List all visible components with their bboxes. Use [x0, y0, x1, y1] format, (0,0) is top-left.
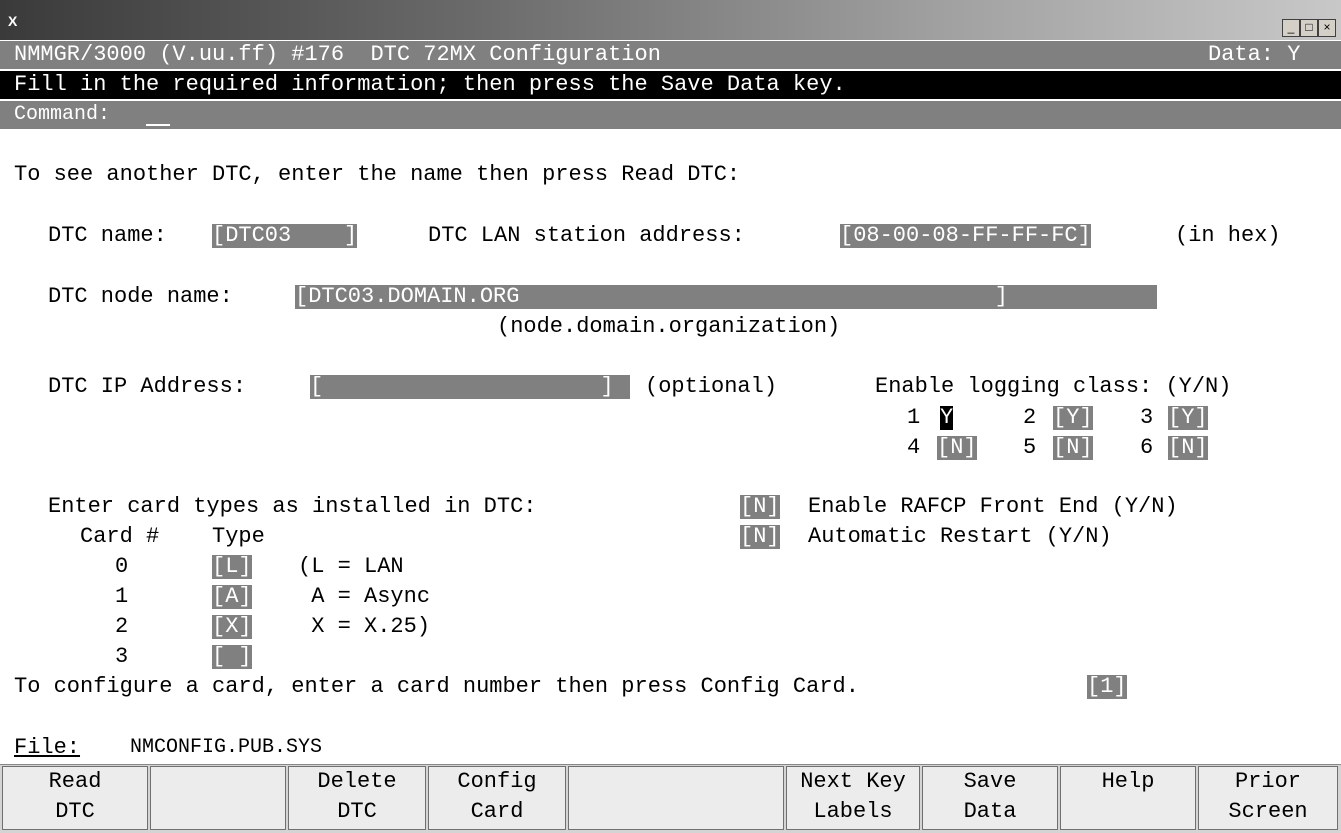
card-number-1: 1	[115, 584, 129, 609]
auto-restart-label: Automatic Restart (Y/N)	[808, 524, 1112, 549]
card-types-intro: Enter card types as installed in DTC:	[48, 494, 537, 519]
delete-dtc-key[interactable]: Delete DTC	[288, 766, 426, 830]
prior-screen-key[interactable]: Prior Screen	[1198, 766, 1338, 830]
card-type-field-2[interactable]: [X]	[212, 615, 252, 639]
command-bar[interactable]	[0, 101, 1341, 129]
logging-class-label: Enable logging class: (Y/N)	[875, 374, 1232, 399]
logging-num-6: 6	[1140, 435, 1154, 460]
instruction-text: Fill in the required information; then p…	[14, 72, 846, 97]
read-dtc-key[interactable]: Read DTC	[2, 766, 148, 830]
card-legend-2: X = X.25)	[298, 614, 431, 639]
node-name-hint: (node.domain.organization)	[497, 314, 841, 339]
logging-num-5: 5	[1023, 435, 1037, 460]
rafcp-field[interactable]: [N]	[740, 495, 780, 519]
config-card-field[interactable]: [1]	[1087, 675, 1127, 699]
card-number-2: 2	[115, 614, 129, 639]
intro-text: To see another DTC, enter the name then …	[14, 162, 741, 187]
card-type-header: Type	[212, 524, 265, 549]
logging-field-2[interactable]: [Y]	[1053, 406, 1093, 430]
rafcp-label: Enable RAFCP Front End (Y/N)	[808, 494, 1178, 519]
logging-field-5[interactable]: [N]	[1053, 436, 1093, 460]
dtc-name-label: DTC name:	[48, 223, 167, 248]
logging-num-1: 1	[907, 405, 921, 430]
card-legend-1: A = Async	[298, 584, 431, 609]
data-flag: Data: Y	[1208, 42, 1301, 67]
logging-num-2: 2	[1023, 405, 1037, 430]
save-data-key[interactable]: Save Data	[922, 766, 1058, 830]
function-key-5[interactable]	[568, 766, 784, 830]
window-title-bar	[0, 0, 1341, 40]
config-card-prompt: To configure a card, enter a card number…	[14, 674, 859, 699]
card-legend-0: (L = LAN	[298, 554, 404, 579]
card-type-field-3[interactable]: [ ]	[212, 645, 252, 669]
help-key[interactable]: Help	[1060, 766, 1196, 830]
logging-field-6[interactable]: [N]	[1168, 436, 1208, 460]
logging-field-4[interactable]: [N]	[937, 436, 977, 460]
x-window-icon: X	[8, 13, 18, 29]
logging-field-3[interactable]: [Y]	[1168, 406, 1208, 430]
ip-address-suffix: (optional)	[645, 374, 778, 399]
config-card-key[interactable]: Config Card	[428, 766, 566, 830]
lan-address-label: DTC LAN station address:	[428, 223, 745, 248]
screen-title: NMMGR/3000 (V.uu.ff) #176 DTC 72MX Confi…	[14, 42, 661, 67]
next-key-labels-key[interactable]: Next Key Labels	[786, 766, 920, 830]
logging-num-4: 4	[907, 435, 921, 460]
ip-address-label: DTC IP Address:	[48, 374, 247, 399]
card-number-header: Card #	[80, 524, 160, 549]
node-name-label: DTC node name:	[48, 284, 233, 309]
command-label: Command:	[14, 103, 111, 126]
lan-address-suffix: (in hex)	[1175, 223, 1281, 248]
minimize-icon[interactable]: _	[1282, 19, 1300, 37]
logging-num-3: 3	[1140, 405, 1154, 430]
maximize-icon[interactable]: □	[1300, 19, 1318, 37]
file-value: NMCONFIG.PUB.SYS	[130, 736, 323, 759]
file-label: File:	[14, 735, 81, 760]
function-key-2[interactable]	[150, 766, 286, 830]
card-number-3: 3	[115, 644, 129, 669]
ip-address-field[interactable]: [ ]	[310, 375, 630, 399]
dtc-name-field[interactable]: [DTC03 ]	[212, 224, 358, 248]
card-number-0: 0	[115, 554, 129, 579]
command-cursor	[146, 124, 170, 126]
auto-restart-field[interactable]: [N]	[740, 525, 780, 549]
logging-field-1[interactable]: Y	[940, 406, 954, 430]
lan-address-field[interactable]: [08-00-08-FF-FF-FC]	[840, 224, 1091, 248]
node-name-field[interactable]: [DTC03.DOMAIN.ORG ]	[295, 285, 1157, 309]
card-type-field-1[interactable]: [A]	[212, 585, 252, 609]
card-type-field-0[interactable]: [L]	[212, 555, 252, 579]
close-icon[interactable]: ×	[1318, 19, 1336, 37]
